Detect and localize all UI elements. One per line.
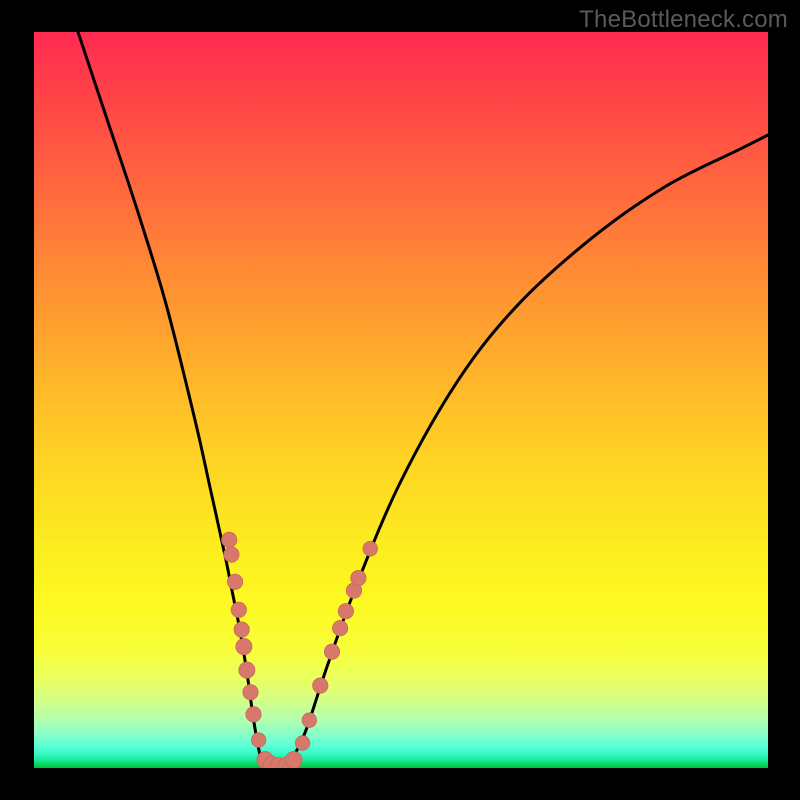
- data-marker: [302, 713, 317, 728]
- watermark-text: TheBottleneck.com: [579, 6, 788, 34]
- chart-frame: TheBottleneck.com: [0, 0, 800, 800]
- plot-area: [34, 32, 768, 768]
- data-marker: [332, 621, 347, 636]
- data-marker: [246, 707, 261, 722]
- data-marker: [234, 622, 249, 637]
- data-marker: [324, 644, 339, 659]
- data-marker: [222, 532, 237, 547]
- chart-svg: [34, 32, 768, 768]
- data-marker: [227, 574, 242, 589]
- data-marker: [224, 547, 239, 562]
- data-marker: [236, 639, 252, 655]
- data-marker: [243, 685, 258, 700]
- data-marker: [351, 570, 366, 585]
- data-marker: [251, 733, 266, 748]
- data-marker: [313, 678, 328, 693]
- data-marker: [231, 602, 246, 617]
- data-marker: [363, 541, 378, 556]
- marker-group: [222, 532, 378, 768]
- data-marker: [295, 736, 310, 751]
- bottleneck-curve: [78, 32, 768, 768]
- data-marker: [239, 662, 255, 678]
- data-marker: [338, 604, 353, 619]
- data-marker: [285, 752, 302, 769]
